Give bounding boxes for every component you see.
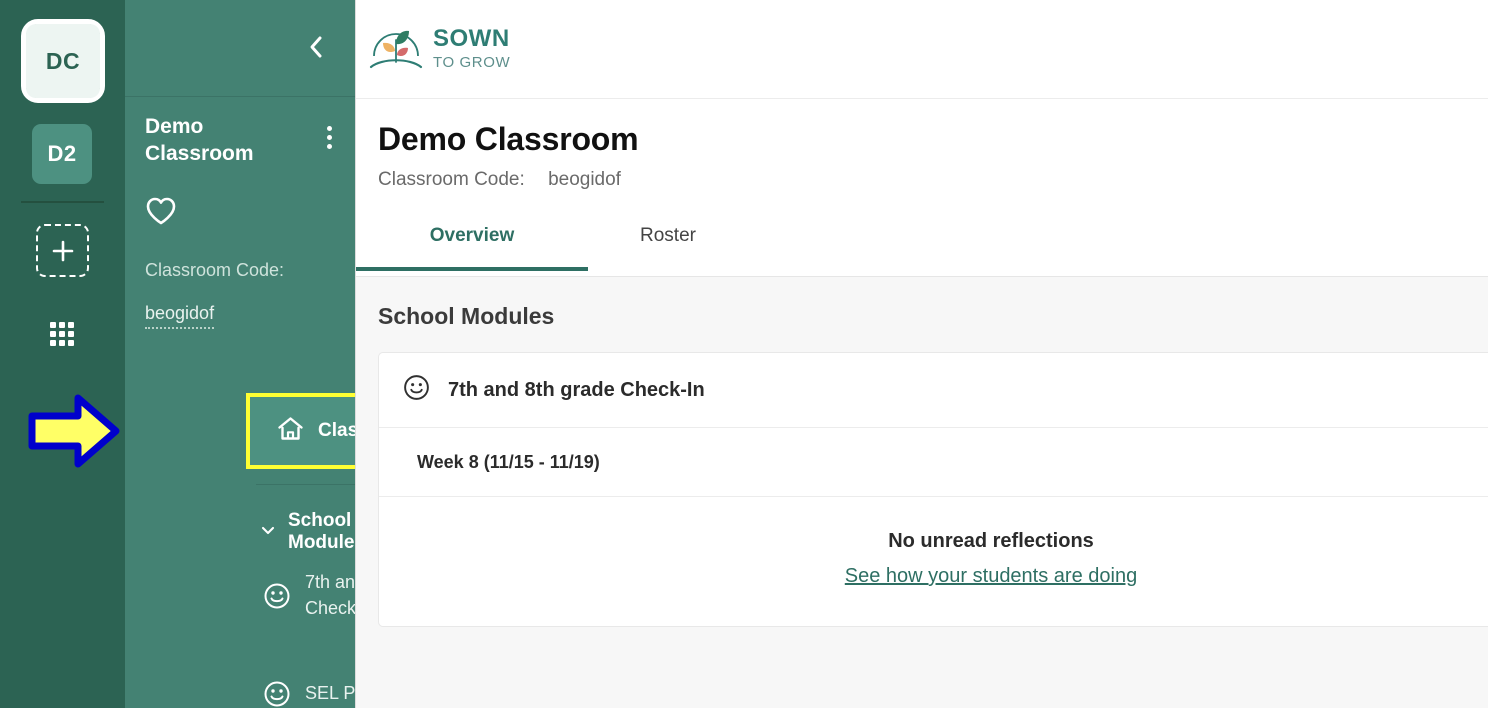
chevron-left-icon	[305, 33, 327, 66]
plus-icon	[50, 238, 76, 264]
sidebar-item-class-portal[interactable]: Class Portal	[250, 397, 355, 465]
sidebar-item-class-portal-label: Class Portal	[318, 420, 355, 441]
add-classroom-button[interactable]	[36, 224, 89, 277]
sidebar-code-label: Classroom Code:	[145, 260, 285, 280]
brand-logo[interactable]: SOWN TO GROW	[368, 22, 510, 74]
empty-state-title: No unread reflections	[888, 530, 1094, 552]
module-card-week-label: Week 8 (11/15 - 11/19)	[379, 428, 1488, 497]
module-card-body: No unread reflections See how your stude…	[379, 497, 1488, 626]
brand-name-line2: TO GROW	[433, 53, 511, 71]
tab-overview[interactable]: Overview	[356, 219, 588, 271]
page-title: Demo Classroom	[378, 121, 639, 157]
classroom-code-value: beogidof	[548, 169, 621, 190]
rail-avatar-d2[interactable]: D2	[32, 124, 92, 184]
kebab-dot	[326, 143, 332, 149]
rail-avatar-dc-initials: DC	[26, 24, 100, 98]
module-card-header[interactable]: 7th and 8th grade Check-In	[379, 353, 1488, 428]
module-card-title: 7th and 8th grade Check-In	[448, 378, 705, 401]
tab-baseline	[356, 276, 1488, 277]
sidebar-module-sel-pro[interactable]: SEL Pro	[263, 680, 355, 708]
section-title-school-modules: School Modules	[378, 303, 555, 329]
kebab-dot	[326, 125, 332, 131]
sidebar-section-school-modules[interactable]: School Modules	[260, 510, 355, 554]
classroom-code-line: Classroom Code: beogidof	[378, 169, 1488, 191]
kebab-dot	[326, 134, 332, 140]
sidebar-module-checkin[interactable]: 7th and 8th grade Check-In	[263, 570, 355, 621]
school-switcher-rail: DC D2	[0, 0, 125, 708]
brand-name-line1: SOWN	[433, 24, 510, 52]
tab-bar: Overview Roster	[356, 219, 1488, 277]
top-bar: SOWN TO GROW	[356, 0, 1488, 99]
sidebar-classroom-name: Demo Classroom	[145, 115, 254, 165]
sidebar-collapse-button[interactable]	[299, 32, 333, 66]
module-card: 7th and 8th grade Check-In Week 8 (11/15…	[378, 352, 1488, 627]
classroom-sidebar: Demo Classroom Classroom Code: beogidof	[125, 0, 355, 708]
home-icon	[277, 416, 304, 447]
sidebar-code-value[interactable]: beogidof	[145, 303, 215, 329]
classroom-header: Demo Classroom Classroom Code: beogidof …	[356, 99, 1488, 277]
rail-avatar-dc[interactable]: DC	[21, 19, 105, 103]
sidebar-classroom-header: Demo Classroom	[145, 114, 340, 168]
smiley-face-icon	[263, 680, 291, 708]
heart-outline-icon	[145, 197, 177, 230]
chevron-down-icon	[260, 522, 276, 543]
smiley-face-icon	[263, 582, 291, 610]
smiley-face-icon	[403, 374, 430, 406]
favorite-classroom-button[interactable]	[145, 196, 177, 226]
grid-apps-icon	[47, 319, 77, 349]
brand-logo-text: SOWN TO GROW	[433, 24, 511, 71]
sown-to-grow-logo-icon	[368, 22, 424, 74]
sidebar-module-checkin-label: 7th and 8th grade Check-In	[305, 572, 355, 618]
sidebar-section-label: School Modules	[288, 510, 355, 553]
content-area: School Modules 7th and 8th grade Check-I…	[356, 277, 1488, 687]
classroom-code-label: Classroom Code:	[378, 169, 525, 190]
see-student-progress-link[interactable]: See how your students are doing	[845, 565, 1137, 588]
rail-avatar-d2-initials: D2	[47, 141, 77, 166]
sidebar-top-divider	[125, 96, 355, 97]
apps-grid-button[interactable]	[45, 317, 79, 351]
kebab-menu-icon[interactable]	[318, 120, 340, 154]
rail-divider	[21, 201, 104, 203]
main-content: SOWN TO GROW Demo Classroom Classroom Co…	[356, 0, 1488, 708]
app-root: DC D2 Demo Classroom Classroom Code: beo…	[0, 0, 1488, 708]
sidebar-module-sel-pro-label: SEL Pro	[305, 683, 355, 704]
tab-roster[interactable]: Roster	[588, 219, 748, 271]
sidebar-edge	[355, 0, 356, 708]
sidebar-top-bar	[125, 0, 355, 96]
sidebar-divider	[256, 484, 355, 485]
